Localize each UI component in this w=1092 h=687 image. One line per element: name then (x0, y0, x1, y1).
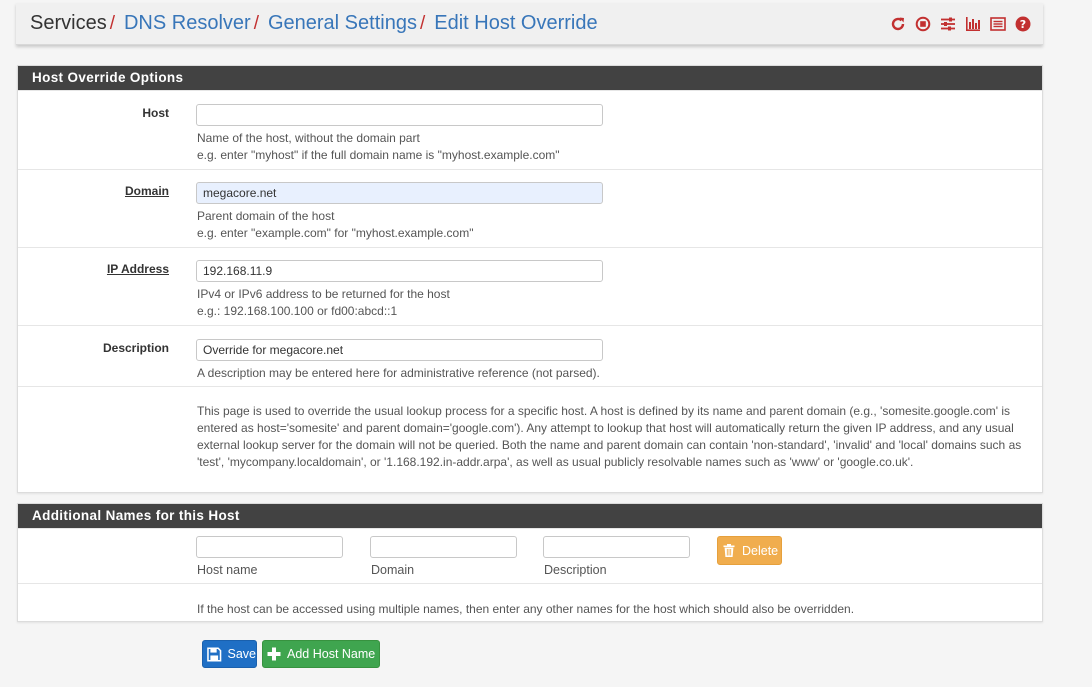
delete-button[interactable]: Delete (717, 536, 782, 565)
reload-icon[interactable] (889, 15, 906, 32)
domain-help-line2: e.g. enter "example.com" for "myhost.exa… (197, 226, 474, 240)
additional-name-row: Host name Domain Description Delete (18, 528, 1042, 583)
host-input[interactable] (196, 104, 603, 126)
host-label: Host (142, 106, 169, 120)
additional-help-row: If the host can be accessed using multip… (18, 583, 1042, 621)
info-row: This page is used to override the usual … (18, 386, 1042, 492)
domain-row: Domain Parent domain of the host e.g. en… (18, 169, 1042, 247)
additional-description-input[interactable] (543, 536, 690, 558)
breadcrumb-separator: / (253, 12, 259, 34)
bar-chart-icon[interactable] (964, 15, 981, 32)
floppy-disk-icon (207, 646, 222, 662)
ip-address-help-line1: IPv4 or IPv6 address to be returned for … (197, 287, 450, 301)
domain-label: Domain (124, 184, 169, 198)
ip-address-row: IP Address IPv4 or IPv6 address to be re… (18, 247, 1042, 325)
breadcrumb-services: Services (30, 12, 107, 34)
ip-address-help: IPv4 or IPv6 address to be returned for … (197, 286, 450, 320)
breadcrumb: Services / DNS Resolver / General Settin… (30, 12, 598, 35)
additional-names-panel: Additional Names for this Host Host name… (17, 503, 1043, 622)
host-help: Name of the host, without the domain par… (197, 130, 560, 164)
description-input[interactable] (196, 339, 603, 361)
plus-icon (267, 647, 281, 661)
description-label: Description (102, 341, 169, 355)
save-button[interactable]: Save (202, 640, 257, 668)
additional-description-label: Description (544, 563, 607, 577)
description-row: Description A description may be entered… (18, 325, 1042, 386)
host-help-line2: e.g. enter "myhost" if the full domain n… (197, 148, 560, 162)
header-icons: ? (889, 15, 1031, 32)
additional-domain-input[interactable] (370, 536, 517, 558)
host-row: Host Name of the host, without the domai… (18, 90, 1042, 169)
host-help-line1: Name of the host, without the domain par… (197, 131, 420, 145)
additional-names-heading: Additional Names for this Host (18, 504, 1042, 528)
log-icon[interactable] (989, 15, 1006, 32)
save-button-label: Save (227, 647, 257, 661)
breadcrumb-edit-host-override[interactable]: Edit Host Override (434, 12, 597, 35)
sliders-icon[interactable] (939, 15, 956, 32)
breadcrumb-dns-resolver[interactable]: DNS Resolver (124, 12, 251, 35)
breadcrumb-separator: / (419, 12, 426, 34)
ip-address-input[interactable] (196, 260, 603, 282)
domain-help: Parent domain of the host e.g. enter "ex… (197, 208, 473, 242)
additional-hostname-label: Host name (197, 563, 258, 577)
description-help: A description may be entered here for ad… (197, 366, 600, 380)
additional-names-help: If the host can be accessed using multip… (197, 602, 855, 616)
delete-button-label: Delete (742, 543, 779, 558)
ip-address-label: IP Address (106, 262, 169, 276)
ip-address-help-line2: e.g.: 192.168.100.100 or fd00:abcd::1 (197, 304, 398, 318)
breadcrumb-separator: / (109, 12, 115, 34)
host-override-panel: Host Override Options Host Name of the h… (17, 65, 1043, 493)
svg-text:?: ? (1019, 18, 1025, 31)
breadcrumb-general-settings[interactable]: General Settings (268, 12, 417, 35)
stop-icon[interactable] (914, 15, 931, 32)
add-host-name-label: Add Host Name (287, 647, 376, 661)
add-host-name-button[interactable]: Add Host Name (262, 640, 380, 668)
additional-hostname-input[interactable] (196, 536, 343, 558)
help-icon[interactable]: ? (1014, 15, 1031, 32)
info-text: This page is used to override the usual … (197, 404, 1022, 469)
trash-icon (723, 544, 735, 557)
page-header: Services / DNS Resolver / General Settin… (16, 3, 1043, 45)
domain-input[interactable] (196, 182, 603, 204)
domain-help-line1: Parent domain of the host (197, 209, 335, 223)
host-override-heading: Host Override Options (18, 66, 1042, 90)
additional-domain-label: Domain (371, 563, 415, 577)
